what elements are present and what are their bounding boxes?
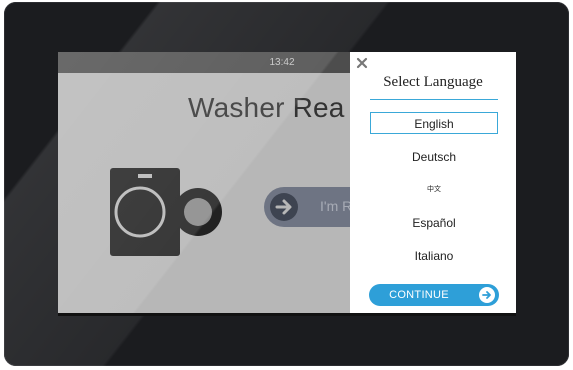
language-option-english[interactable]: English <box>370 112 498 134</box>
arrow-right-icon <box>270 193 298 221</box>
washer-icon <box>110 164 222 261</box>
arrow-right-icon <box>479 287 495 303</box>
language-option-deutsch[interactable]: Deutsch <box>370 146 498 168</box>
continue-label: CONTINUE <box>389 289 449 301</box>
welcome-title: Washer Rea <box>188 92 345 123</box>
language-dialog: Select Language English Deutsch 中文 Españ… <box>350 52 516 313</box>
continue-button[interactable]: CONTINUE <box>369 284 499 306</box>
title-divider <box>370 99 498 100</box>
language-option-espanol[interactable]: Español <box>370 212 498 234</box>
language-option-italiano[interactable]: Italiano <box>370 245 498 267</box>
screen-bottom-edge <box>58 313 516 316</box>
dialog-title: Select Language <box>383 74 483 90</box>
status-time: 13:42 <box>269 57 295 68</box>
language-option-chinese[interactable]: 中文 <box>370 179 498 201</box>
close-icon[interactable] <box>356 56 368 69</box>
im-ready-label: I'm R <box>320 198 353 214</box>
